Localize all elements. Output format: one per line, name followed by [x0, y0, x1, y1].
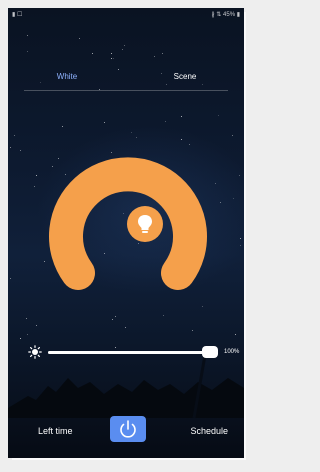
star [13, 134, 15, 136]
brightness-slider-row: 100% [8, 343, 244, 363]
star [220, 202, 222, 204]
star [79, 37, 81, 39]
star [239, 237, 241, 239]
star [26, 333, 28, 335]
star [234, 333, 236, 335]
star [9, 146, 11, 148]
brightness-slider-track[interactable] [48, 351, 214, 354]
star [20, 149, 22, 151]
star [202, 306, 204, 308]
star [9, 277, 11, 279]
star [44, 261, 46, 263]
star [111, 319, 113, 321]
schedule-button[interactable]: Schedule [190, 426, 228, 436]
left-time-button[interactable]: Left time [38, 426, 73, 436]
brightness-slider-thumb[interactable] [202, 346, 218, 358]
star [214, 183, 216, 185]
tab-white[interactable]: White [8, 72, 126, 81]
brightness-slider-fill [48, 351, 214, 354]
star [104, 121, 106, 123]
star [92, 53, 94, 55]
bottom-bar: Left time Schedule [8, 413, 244, 458]
star [232, 197, 234, 199]
power-button[interactable] [110, 416, 146, 442]
lightbulb-button[interactable] [127, 206, 163, 242]
lightbulb-icon [138, 215, 152, 233]
star [122, 49, 124, 51]
brightness-value: 100% [224, 349, 240, 355]
star [165, 120, 167, 122]
star [192, 329, 194, 331]
star [180, 116, 182, 118]
star [113, 57, 115, 59]
sun-icon [28, 345, 42, 359]
star [114, 315, 116, 317]
app-screen: ▮ ☐ ∦ ⇅ 45% ▮ White Scene 100% Left time… [8, 8, 244, 458]
star [111, 57, 113, 59]
star [217, 115, 219, 117]
star [231, 135, 233, 137]
star [154, 56, 156, 58]
tab-bar: White Scene [8, 68, 244, 92]
power-icon [120, 420, 136, 438]
star [123, 45, 125, 47]
tab-scene[interactable]: Scene [126, 72, 244, 81]
status-left-icons: ▮ ☐ [12, 12, 23, 18]
status-bar: ▮ ☐ ∦ ⇅ 45% ▮ [8, 8, 244, 22]
star [36, 174, 38, 176]
star [238, 175, 240, 177]
star [19, 337, 21, 339]
status-right-icons: ∦ ⇅ 45% ▮ [211, 12, 240, 18]
star [124, 327, 126, 329]
tab-divider [24, 90, 228, 91]
star [33, 185, 35, 187]
star [61, 125, 63, 127]
star [36, 324, 38, 326]
star [111, 52, 113, 54]
star [27, 34, 29, 36]
star [26, 318, 28, 320]
star [27, 50, 29, 52]
star [239, 245, 241, 247]
star [162, 314, 164, 316]
star [161, 53, 163, 55]
